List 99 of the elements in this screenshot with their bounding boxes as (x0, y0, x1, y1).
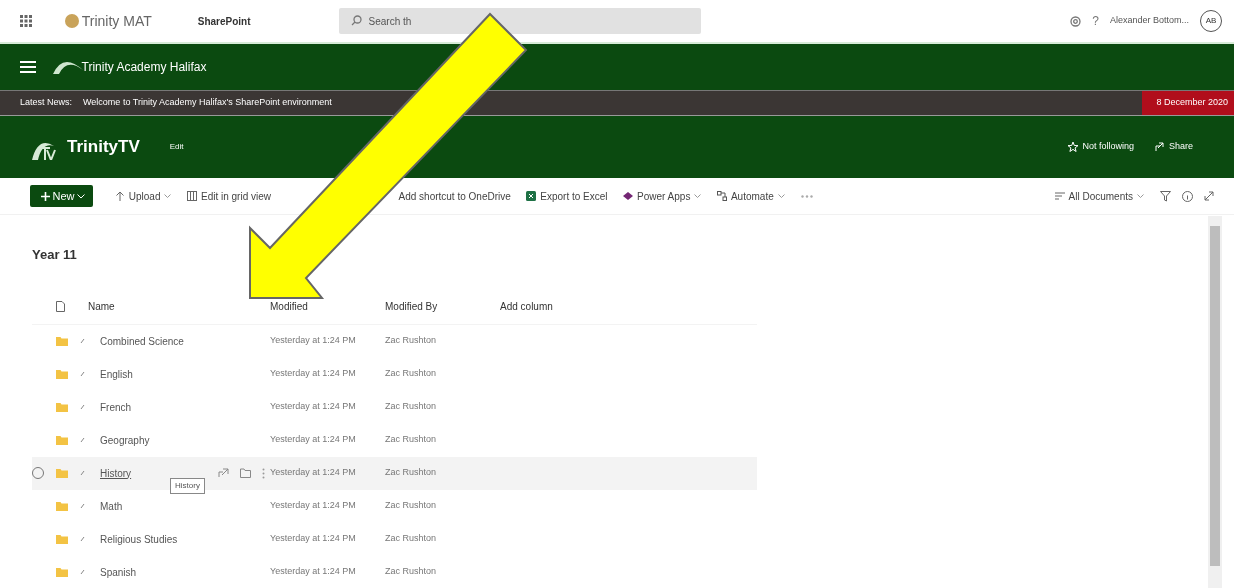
file-row[interactable]: English Yesterday at 1:24 PM Zac Rushton (32, 357, 757, 391)
folder-icon (56, 534, 68, 544)
follow-button[interactable]: Not following (1063, 140, 1139, 154)
new-button[interactable]: New (30, 184, 94, 208)
new-item-icon (80, 437, 85, 443)
new-item-icon (80, 536, 85, 542)
upload-button[interactable]: Upload (109, 188, 177, 204)
automate-button[interactable]: Automate (711, 188, 790, 204)
news-text[interactable]: Welcome to Trinity Academy Halifax's SharePoint environment (83, 96, 332, 110)
folder-name[interactable]: Combined Science (100, 333, 184, 349)
folder-icon (56, 369, 68, 379)
grid-icon (186, 191, 197, 201)
table-cell-text: Yesterday at 1:24 PM (270, 367, 357, 381)
table-cell-text: Zac Rushton (385, 466, 438, 480)
lines-icon (1054, 192, 1065, 200)
logo-icon (65, 14, 79, 28)
table-cell-text: Zac Rushton (385, 334, 438, 348)
edit-link[interactable]: Edit (169, 141, 184, 153)
table-cell-text: Yesterday at 1:24 PM (270, 499, 357, 513)
shortcut-button[interactable]: Add shortcut to OneDrive (393, 188, 516, 204)
folder-move-icon[interactable] (239, 468, 251, 478)
table-cell-text: Zac Rushton (385, 499, 438, 513)
column-header[interactable]: Modified By (385, 298, 500, 314)
folder-name[interactable]: Math (100, 498, 123, 514)
info-icon[interactable] (1182, 190, 1193, 202)
more-icon[interactable] (261, 467, 265, 479)
share-button[interactable]: Share (1149, 140, 1198, 154)
new-item-icon (80, 371, 85, 377)
folder-name[interactable]: History (100, 465, 132, 481)
search-field[interactable]: Search th (338, 8, 701, 34)
new-item-icon (80, 569, 85, 575)
table-cell-text: Yesterday at 1:24 PM (270, 565, 357, 579)
user-name[interactable]: Alexander Bottom... (1109, 14, 1189, 28)
folder-icon (56, 567, 68, 577)
table-cell-text: Yesterday at 1:24 PM (270, 334, 357, 348)
folder-icon (56, 501, 68, 511)
folder-name[interactable]: English (100, 366, 133, 382)
menu-icon[interactable] (20, 61, 36, 73)
folder-name[interactable]: Spanish (100, 564, 137, 580)
more-icon[interactable] (800, 194, 813, 198)
folder-icon (56, 468, 68, 478)
share-icon[interactable] (217, 468, 229, 478)
radio-circle-icon[interactable] (32, 467, 44, 479)
app-launcher-icon[interactable] (20, 15, 32, 27)
search-icon (350, 15, 362, 26)
folder-icon (56, 402, 68, 412)
table-cell-text: Zac Rushton (385, 400, 438, 414)
new-item-icon (80, 470, 85, 476)
folder-icon (56, 336, 68, 346)
folder-name[interactable]: Geography (100, 432, 150, 448)
table-cell-text: Zac Rushton (385, 433, 438, 447)
folder-icon (56, 435, 68, 445)
column-header[interactable]: Modified (270, 298, 385, 314)
table-cell-text: Zac Rushton (385, 367, 438, 381)
app-name[interactable]: SharePoint (197, 13, 251, 29)
power-apps-icon (623, 191, 634, 201)
file-row[interactable]: French Yesterday at 1:24 PM Zac Rushton (32, 390, 757, 424)
plus-icon (40, 191, 50, 201)
arch-logo-icon (52, 60, 83, 74)
file-row[interactable]: Religious Studies Yesterday at 1:24 PM Zac Rushton (32, 522, 757, 556)
add-column-button[interactable]: Add column (500, 298, 620, 314)
flow-icon (716, 191, 727, 201)
file-row[interactable]: Spanish Yesterday at 1:24 PM Zac Rushton (32, 555, 757, 588)
new-item-icon (80, 503, 85, 509)
folder-name[interactable]: Religious Studies (100, 531, 178, 547)
new-item-icon (80, 338, 85, 344)
expand-icon[interactable] (1204, 191, 1214, 201)
news-label: Latest News: (20, 96, 73, 110)
column-header[interactable]: Name (88, 298, 270, 314)
subsite-title[interactable]: TrinityTV (67, 134, 140, 160)
table-cell-text: Zac Rushton (385, 532, 438, 546)
view-selector[interactable]: All Documents (1049, 188, 1149, 204)
chevron-down-icon (1137, 194, 1144, 198)
filter-icon[interactable] (1160, 190, 1171, 202)
site-title[interactable]: Trinity Academy Halifax (81, 58, 207, 76)
excel-icon (526, 191, 537, 201)
share-icon (1154, 142, 1165, 152)
upload-icon (114, 191, 125, 201)
table-cell-text: Yesterday at 1:24 PM (270, 400, 357, 414)
file-row[interactable]: Combined Science Yesterday at 1:24 PM Zac Rushton (32, 324, 757, 358)
excel-button[interactable]: Export to Excel (521, 188, 613, 204)
scrollbar[interactable] (1208, 216, 1222, 588)
table-cell-text: Yesterday at 1:24 PM (270, 532, 357, 546)
new-item-icon (80, 404, 85, 410)
grid-button[interactable]: Edit in grid view (181, 188, 276, 204)
chevron-down-icon (77, 193, 86, 199)
news-date: 8 December 2020 (1142, 91, 1234, 115)
table-cell-text: Yesterday at 1:24 PM (270, 466, 357, 480)
file-row[interactable]: Geography Yesterday at 1:24 PM Zac Rushton (32, 423, 757, 457)
library-title: Year 11 (32, 246, 78, 264)
table-cell-text: Yesterday at 1:24 PM (270, 433, 357, 447)
table-cell-text: Zac Rushton (385, 565, 438, 579)
powerapps-button[interactable]: Power Apps (618, 188, 707, 204)
star-icon (1068, 142, 1079, 152)
settings-icon[interactable] (1070, 15, 1082, 27)
help-icon[interactable]: ? (1092, 12, 1099, 30)
file-type-icon (56, 300, 65, 312)
folder-name[interactable]: French (100, 399, 132, 415)
org-name[interactable]: Trinity MAT (81, 10, 152, 32)
